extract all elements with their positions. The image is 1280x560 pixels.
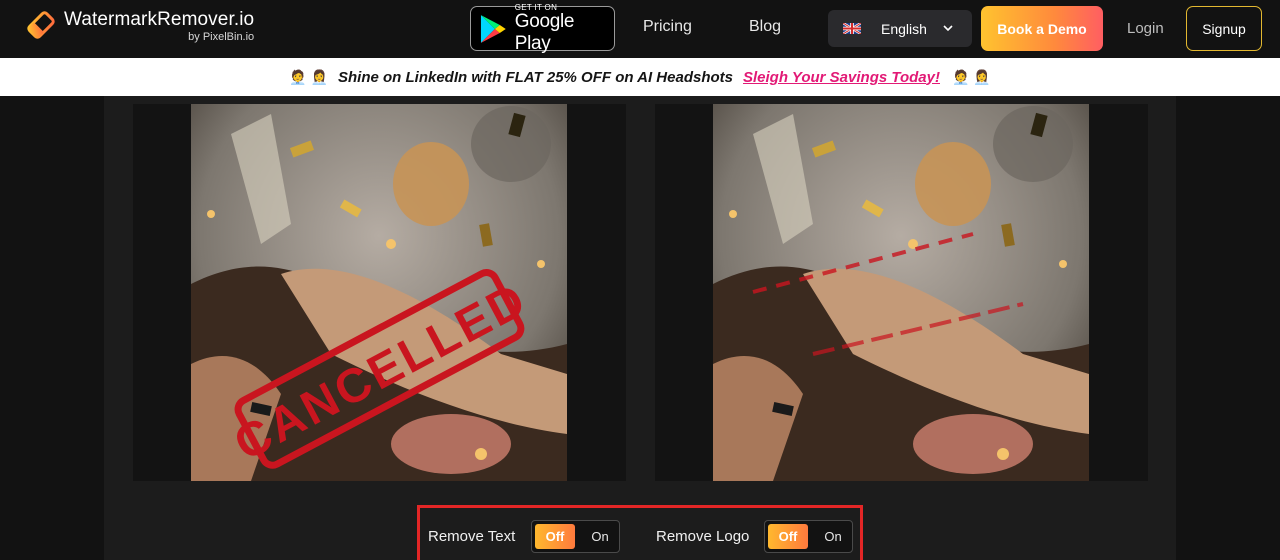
store-name: Google Play [514,10,575,54]
promo-link[interactable]: Sleigh Your Savings Today! [743,69,940,86]
original-image: CANCELLED [191,104,567,481]
uk-flag-icon [843,23,861,34]
promo-banner: 🧑‍💼 👩‍💼 Shine on LinkedIn with FLAT 25% … [0,58,1280,96]
book-demo-button[interactable]: Book a Demo [981,6,1103,51]
login-link[interactable]: Login [1127,20,1164,37]
eraser-logo-icon [27,11,55,39]
signup-button[interactable]: Signup [1186,6,1262,51]
removal-controls: Remove Text Off On Remove Logo Off On [417,505,863,560]
headshot-emoji-left: 🧑‍💼 👩‍💼 [289,69,328,85]
remove-logo-toggle[interactable]: Off On [764,520,853,553]
nav-pricing[interactable]: Pricing [643,18,692,36]
brand-name: WatermarkRemover.io [64,9,255,30]
language-selector[interactable]: English [828,10,972,47]
language-label: English [881,20,927,37]
result-image [713,104,1089,481]
remove-text-label: Remove Text [428,528,516,545]
nav-blog[interactable]: Blog [749,18,781,36]
google-play-button[interactable]: GET IT ON Google Play [470,3,615,54]
remove-logo-label: Remove Logo [656,528,750,545]
remove-text-off-option[interactable]: Off [535,524,575,549]
google-play-icon [480,14,506,43]
promo-text: Shine on LinkedIn with FLAT 25% OFF on A… [337,68,733,86]
remove-text-on-option[interactable]: On [585,524,615,549]
chevron-down-icon [943,25,953,32]
brand-logo[interactable]: WatermarkRemover.io by PixelBin.io [24,8,254,43]
remove-text-toggle[interactable]: Off On [531,520,620,553]
comparison-area: CANCELLED [104,96,1176,560]
original-panel: CANCELLED [133,104,626,481]
remove-logo-off-option[interactable]: Off [768,524,808,549]
result-panel [655,104,1148,481]
remove-logo-on-option[interactable]: On [818,524,848,549]
brand-subtitle: by PixelBin.io [188,31,255,43]
site-header: WatermarkRemover.io by PixelBin.io GET I… [0,0,1280,58]
headshot-emoji-right: 🧑‍💼 👩‍💼 [952,69,991,85]
